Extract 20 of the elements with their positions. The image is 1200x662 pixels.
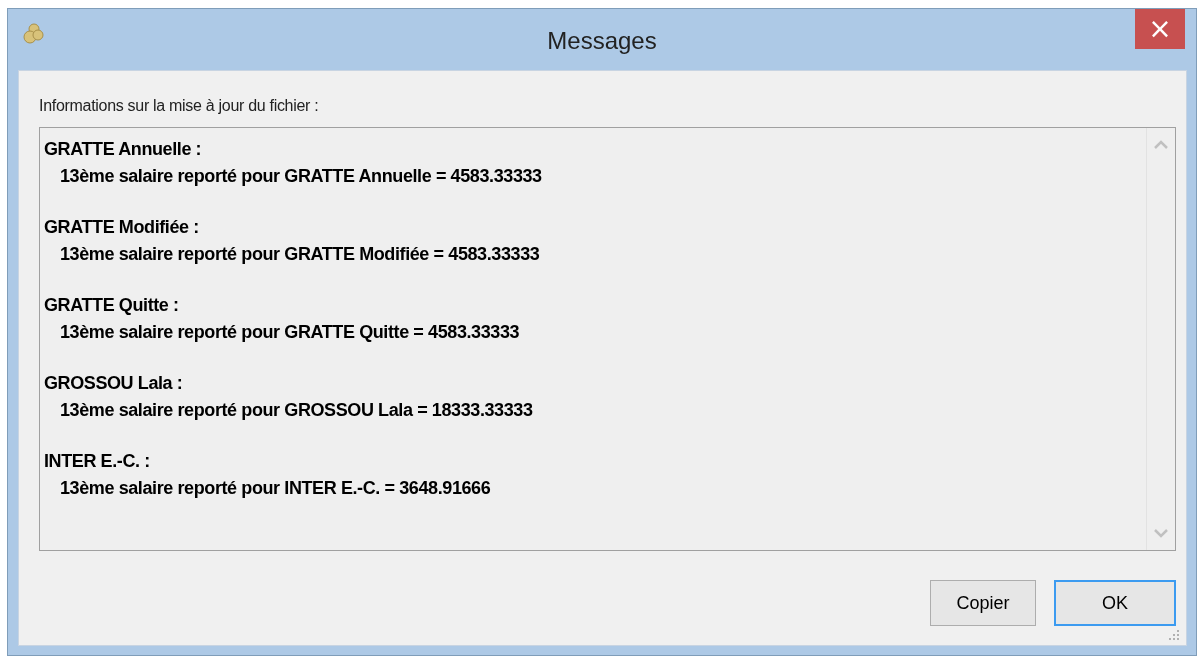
entry-detail: 13ème salaire reporté pour INTER E.-C. = 3648.91666 [59,477,492,500]
entry-heading: GRATTE Quitte : [44,294,180,317]
window-title: Messages [547,27,657,54]
close-button[interactable]: × [1135,9,1185,49]
message-box[interactable] [39,127,1176,551]
entry-heading: GRATTE Annuelle : [44,138,203,161]
entry-detail: 13ème salaire reporté pour GROSSOU Lala = 18333.33333 [59,399,534,422]
scroll-down-icon[interactable] [1154,529,1168,538]
info-label: Informations sur la mise à jour du fichier : [39,97,320,115]
copy-button[interactable]: Copier [930,580,1036,626]
scroll-up-icon[interactable] [1154,140,1168,149]
entry-detail: 13ème salaire reporté pour GRATTE Modifiée = 4583.33333 [59,243,541,266]
entry-heading: INTER E.-C. : [44,450,151,473]
entry-heading: GROSSOU Lala : [44,372,184,395]
entry-heading: GRATTE Modifiée : [44,216,200,239]
entry-detail: 13ème salaire reporté pour GRATTE Annuelle = 4583.33333 [59,165,543,188]
coins-icon [23,23,45,45]
entry-detail: 13ème salaire reporté pour GRATTE Quitte = 4583.33333 [59,321,521,344]
ok-button[interactable]: OK [1054,580,1176,626]
resize-grip-icon[interactable] [1168,629,1180,641]
